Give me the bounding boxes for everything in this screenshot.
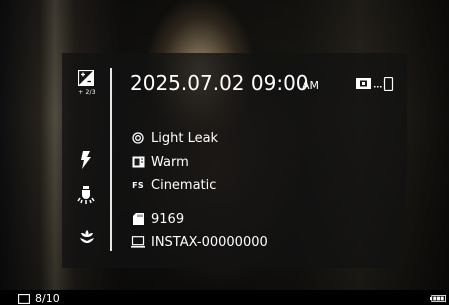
self-timer-lamp-icon[interactable]: [77, 186, 95, 206]
date-time-display: 2025.07.02 09:00: [130, 71, 309, 95]
frame-icon: [18, 293, 30, 304]
film-style-icon: FS: [132, 180, 144, 190]
white-balance-label: Warm: [151, 154, 189, 170]
effect-row: Light Leak: [131, 130, 218, 146]
white-balance-icon: [131, 155, 145, 169]
device-name-row: INSTAX-00000000: [131, 234, 268, 250]
laptop-icon: [131, 235, 145, 249]
device-name-label: INSTAX-00000000: [151, 234, 268, 250]
status-bar: [0, 290, 449, 305]
am-pm-indicator: AM: [302, 79, 320, 92]
lens-effect-icon: [131, 131, 145, 145]
battery-full-icon: [430, 295, 446, 302]
effect-label: Light Leak: [151, 130, 219, 146]
date-text: 2025.07.02: [130, 71, 245, 95]
phone-connection-icon[interactable]: [356, 77, 396, 91]
film-style-row: FS Cinematic: [131, 177, 216, 193]
image-number-row: 9169: [131, 211, 184, 227]
frame-counter-label: 8/10: [35, 292, 60, 305]
panel-divider: [110, 68, 112, 251]
time-text: 09:00: [250, 71, 309, 95]
memory-card-icon: [131, 212, 145, 226]
frame-counter: 8/10: [18, 292, 60, 305]
exposure-compensation-icon[interactable]: [78, 70, 94, 86]
image-number-label: 9169: [151, 211, 185, 227]
film-style-label: Cinematic: [151, 177, 217, 193]
flash-icon[interactable]: [80, 151, 92, 169]
white-balance-row: Warm: [131, 154, 189, 170]
exposure-value-label: + 2/3: [78, 89, 96, 96]
macro-flower-icon[interactable]: [79, 229, 95, 245]
